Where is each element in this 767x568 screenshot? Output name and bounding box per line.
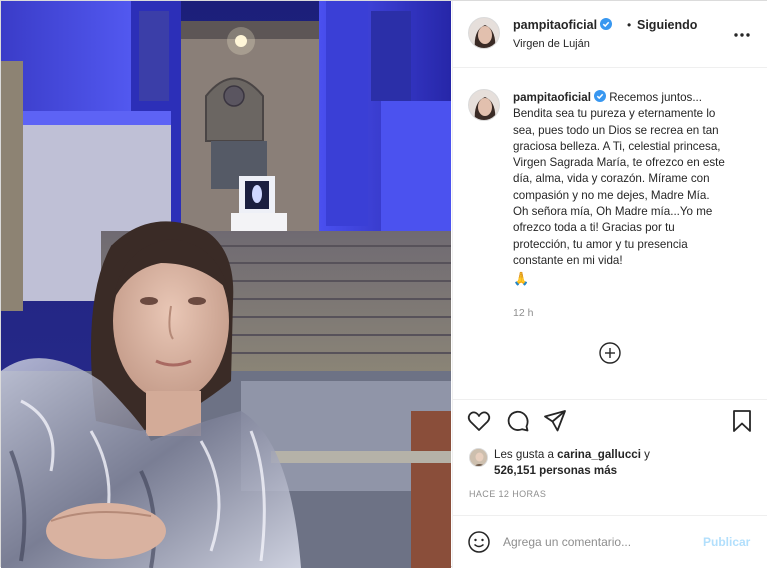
post-location[interactable]: Virgen de Luján: [513, 38, 590, 50]
caption-line: protección, tu amor y tu presencia: [513, 237, 688, 251]
caption-first-line: pampitaoficial Recemos juntos...: [513, 90, 757, 106]
post-details-panel: pampitaoficial • Siguiendo Virgen de Luj…: [452, 1, 767, 568]
caption-line: sea, pues todo un Dios se recrea en tan: [513, 123, 719, 137]
caption-author-avatar[interactable]: [468, 89, 500, 121]
verified-badge-icon: [600, 18, 613, 30]
likes-prefix: Les gusta a: [494, 448, 558, 461]
caption-line: ofrezco toda a ti! Gracias por tu: [513, 221, 675, 235]
author-avatar[interactable]: [468, 17, 500, 49]
caption-username[interactable]: pampitaoficial: [513, 91, 591, 104]
action-bar: [453, 399, 767, 439]
caption-text: pampitaoficial Recemos juntos... Bendita…: [513, 90, 757, 288]
likes-conjunction: y: [640, 448, 650, 461]
caption-timestamp[interactable]: 12 h: [513, 307, 533, 319]
author-username-text[interactable]: pampitaoficial: [513, 18, 597, 32]
instagram-post-window: pampitaoficial • Siguiendo Virgen de Luj…: [0, 0, 767, 568]
smiley-icon[interactable]: [467, 530, 491, 554]
author-username[interactable]: pampitaoficial: [513, 18, 613, 32]
post-time-ago[interactable]: HACE 12 HORAS: [469, 489, 546, 499]
caption-line: Recemos juntos...: [609, 91, 702, 104]
verified-badge-icon: [593, 90, 606, 102]
bookmark-icon[interactable]: [729, 408, 755, 434]
heart-icon[interactable]: [466, 408, 492, 434]
caption-line: Virgen Sagrada María, te ofrezco en este: [513, 156, 725, 170]
liker-portrait-icon: [470, 449, 487, 466]
publish-button[interactable]: Publicar: [703, 535, 750, 549]
avatar-portrait-icon: [469, 18, 499, 48]
liker-username[interactable]: carina_gallucci: [557, 448, 641, 461]
comment-input[interactable]: [503, 531, 693, 553]
caption-area: pampitaoficial Recemos juntos... Bendita…: [453, 69, 767, 399]
caption-line: compasión y no me dejes, Madre Mía.: [513, 188, 710, 202]
comment-bar: Publicar: [453, 515, 767, 568]
following-button[interactable]: Siguiendo: [637, 18, 697, 32]
comment-bubble-icon[interactable]: [505, 408, 531, 434]
caption-line: graciosa belleza. A Ti, celestial prince…: [513, 139, 721, 153]
post-photo[interactable]: [1, 1, 451, 568]
caption-line: Bendita sea tu pureza y eternamente lo: [513, 107, 716, 121]
likes-count[interactable]: 526,151 personas más: [494, 464, 617, 477]
plus-circle-icon[interactable]: [598, 341, 622, 365]
avatar-portrait-icon: [469, 90, 499, 120]
post-header: pampitaoficial • Siguiendo Virgen de Luj…: [453, 1, 767, 68]
header-separator: •: [627, 18, 632, 32]
caption-line: constante en mi vida!: [513, 253, 623, 267]
caption-line: día, alma, vida y corazón. Mírame con: [513, 172, 710, 186]
praying-hands-emoji: 🙏: [513, 271, 530, 287]
liker-avatar[interactable]: [469, 448, 488, 467]
caption-line: Oh señora mía, Oh Madre mía...Yo me: [513, 205, 713, 219]
paper-plane-icon[interactable]: [542, 408, 568, 434]
likes-text: Les gusta a carina_gallucci y 526,151 pe…: [494, 447, 759, 479]
more-options-icon[interactable]: [732, 25, 752, 45]
church-selfie-illustration: [1, 1, 451, 568]
